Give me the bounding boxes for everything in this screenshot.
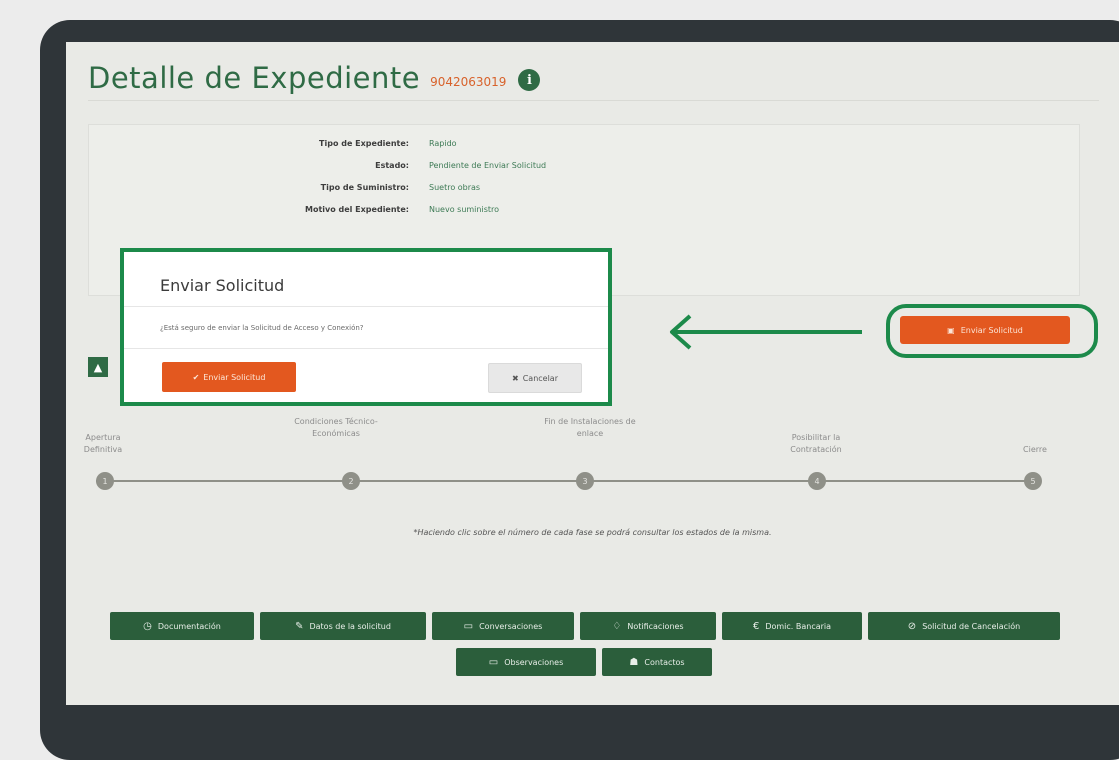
phase-node-2[interactable]: 2 <box>342 472 360 490</box>
info-label: Motivo del Expediente: <box>304 205 409 214</box>
info-label: Tipo de Suministro: <box>320 183 409 192</box>
phase-label: Condiciones Técnico-Económicas <box>294 417 378 438</box>
info-label: Estado: <box>375 161 409 170</box>
chevron-up-icon: ▲ <box>93 360 103 374</box>
ban-icon: ⊘ <box>907 620 917 632</box>
info-icon[interactable]: i <box>518 69 541 91</box>
info-value: Pendiente de Enviar Solicitud <box>429 161 547 170</box>
collapse-toggle-button[interactable]: ▲ <box>88 357 108 377</box>
button-label: Solicitud de Cancelación <box>922 621 1021 631</box>
edit-icon: ✎ <box>295 620 304 632</box>
clock-icon: ◷ <box>143 620 152 632</box>
documentation-button[interactable]: ◷ Documentación <box>110 612 254 640</box>
button-label: Notificaciones <box>627 621 684 631</box>
info-value: Nuevo suministro <box>429 205 500 214</box>
phase-label: Apertura Definitiva <box>83 433 123 454</box>
phase-help-note: *Haciendo clic sobre el número de cada f… <box>413 528 772 537</box>
chat-icon: ▭ <box>463 620 474 632</box>
send-request-modal: Enviar Solicitud ¿Está seguro de enviar … <box>120 248 612 406</box>
phase-label: Cierre <box>1023 445 1047 454</box>
cancellation-request-button[interactable]: ⊘ Solicitud de Cancelación <box>868 612 1060 640</box>
arrow-left-icon <box>670 314 862 350</box>
phase-label: Posibilitar la Contratación <box>790 433 842 454</box>
info-value: Suetro obras <box>429 183 481 192</box>
info-row: Estado: Pendiente de Enviar Solicitud <box>89 161 1079 179</box>
euro-icon: € <box>752 620 760 632</box>
phase-node-4[interactable]: 4 <box>808 472 826 490</box>
button-label: Contactos <box>644 657 685 667</box>
button-label: Observaciones <box>504 657 564 667</box>
expediente-number: 9042063019 <box>430 75 507 89</box>
modal-title: Enviar Solicitud <box>160 276 285 295</box>
info-row: Tipo de Suministro: Suetro obras <box>89 183 1079 201</box>
title-divider <box>88 100 1099 101</box>
modal-divider <box>124 306 608 307</box>
info-value: Rapido <box>429 139 457 148</box>
phase-timeline-line <box>96 480 1034 482</box>
phase-node-5[interactable]: 5 <box>1024 472 1042 490</box>
modal-send-label: Enviar Solicitud <box>203 372 266 382</box>
modal-cancel-button[interactable]: ✖ Cancelar <box>488 363 582 393</box>
contacts-button[interactable]: ☗ Contactos <box>602 648 712 676</box>
button-label: Datos de la solicitud <box>309 621 391 631</box>
bank-domicile-button[interactable]: € Domic. Bancaria <box>722 612 862 640</box>
button-label: Conversaciones <box>479 621 543 631</box>
info-row: Motivo del Expediente: Nuevo suministro <box>89 205 1079 223</box>
notifications-button[interactable]: ♢ Notificaciones <box>580 612 716 640</box>
modal-question: ¿Está seguro de enviar la Solicitud de A… <box>160 324 364 332</box>
info-label: Tipo de Expediente: <box>319 139 409 148</box>
modal-cancel-label: Cancelar <box>522 373 558 383</box>
conversations-button[interactable]: ▭ Conversaciones <box>432 612 574 640</box>
contacts-icon: ☗ <box>629 656 639 668</box>
modal-divider <box>124 348 608 349</box>
info-row: Tipo de Expediente: Rapido <box>89 139 1079 157</box>
x-icon: ✖ <box>512 373 519 383</box>
bell-icon: ♢ <box>612 620 622 632</box>
button-label: Documentación <box>157 621 221 631</box>
highlight-ring <box>886 304 1098 358</box>
modal-send-button[interactable]: ✔ Enviar Solicitud <box>162 362 296 392</box>
page-title: Detalle de Expediente <box>88 61 421 95</box>
phase-node-3[interactable]: 3 <box>576 472 594 490</box>
phase-node-1[interactable]: 1 <box>96 472 114 490</box>
button-label: Domic. Bancaria <box>765 621 832 631</box>
title-row: Detalle de Expediente 9042063019 i <box>88 58 541 98</box>
comments-icon: ▭ <box>488 656 499 668</box>
request-data-button[interactable]: ✎ Datos de la solicitud <box>260 612 426 640</box>
observations-button[interactable]: ▭ Observaciones <box>456 648 596 676</box>
check-icon: ✔ <box>192 372 200 382</box>
phase-label: Fin de Instalaciones de enlace <box>544 417 636 438</box>
